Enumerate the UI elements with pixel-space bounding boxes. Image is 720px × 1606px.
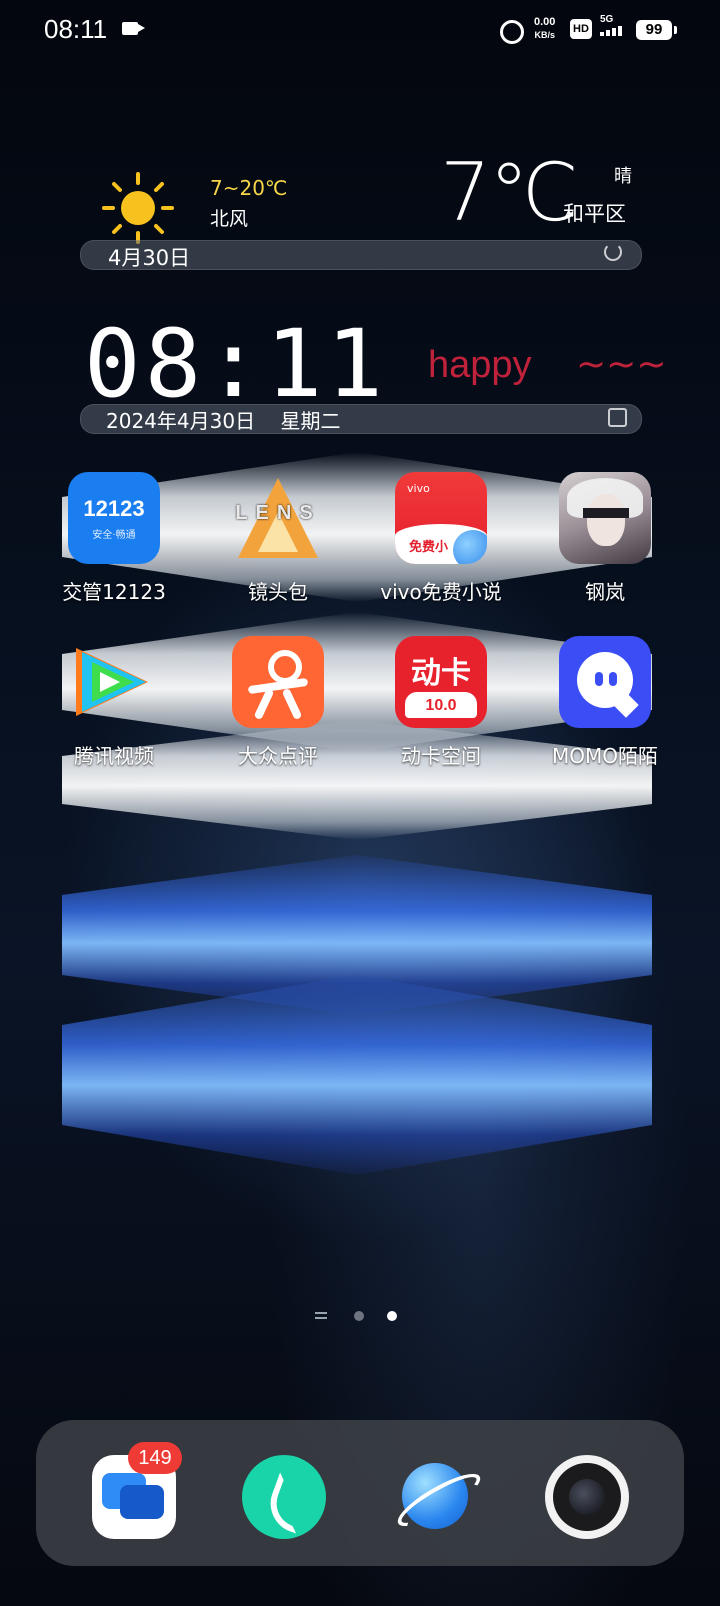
app-dongka-label: 动卡空间 [401,744,481,768]
app-momo-label: MOMO陌陌 [552,744,658,768]
clock-time[interactable]: 08:11 [84,310,387,419]
sunny-weather-icon[interactable] [100,170,176,246]
clock-greeting-tilde: ~~~ [576,344,667,385]
edit-icon[interactable] [608,408,627,427]
app-vivo-novel-icon-text: 免费小 [409,540,449,555]
app-12123-icon: 12123 安全·畅通 [68,472,160,564]
app-lens[interactable]: LENS 镜头包 [203,472,353,605]
messages-badge: 149 [128,1442,182,1474]
weather-district: 和平区 [563,202,626,226]
network-type: 5G [600,14,614,25]
globe-badge-icon [453,530,487,564]
camera-icon[interactable] [545,1455,629,1539]
clock-greeting: happy [428,344,532,386]
app-lens-icon-text: LENS [235,502,321,524]
app-dianping[interactable]: 大众点评 [203,636,353,769]
clock-date: 2024年4月30日 星期二 [106,409,341,433]
battery-level: 99 [636,20,677,40]
refresh-icon[interactable] [604,243,622,261]
app-tencent-video-icon [68,636,160,728]
app-momo-icon [559,636,651,728]
page-dot-2-active[interactable] [387,1311,397,1321]
temp-range: 7~20℃ [210,176,288,200]
app-lens-label: 镜头包 [248,580,308,604]
network-speed-value: 0.00 [534,16,556,28]
hd-badge: HD [570,19,592,39]
screen-record-icon [122,22,145,35]
app-ganglan-icon [559,472,651,564]
app-dongka-icon-sub: 10.0 [405,692,477,718]
weather-condition: 晴 [614,166,632,187]
app-12123-label: 交管12123 [62,580,166,604]
shelf-decor-5 [62,975,652,1175]
app-tencent-video[interactable]: 腾讯视频 [39,636,189,769]
app-ganglan[interactable]: 钢岚 [530,472,680,605]
page-indicator-list-icon[interactable] [315,1312,327,1322]
app-dongka-icon-text: 动卡 [411,656,471,691]
app-12123-icon-text: 12123 [83,496,145,521]
alarm-icon [500,20,524,44]
app-tencent-video-label: 腾讯视频 [74,744,154,768]
app-dianping-icon [232,636,324,728]
network-speed: 0.00 KB/s [534,16,555,42]
page-dot-1[interactable] [354,1311,364,1321]
app-dianping-label: 大众点评 [238,744,318,768]
wind-direction: 北风 [210,208,249,230]
app-lens-icon: LENS [232,472,324,564]
browser-icon[interactable] [391,1455,487,1539]
app-momo[interactable]: MOMO陌陌 [530,636,680,769]
app-vivo-novel-icon: vivo 免费小 [395,472,487,564]
app-vivo-novel-label: vivo免费小说 [380,580,502,604]
network-speed-unit: KB/s [534,30,555,40]
current-temperature[interactable]: 7℃ [440,146,579,239]
weather-date: 4月30日 [108,246,191,270]
app-vivo-novel[interactable]: vivo 免费小 vivo免费小说 [366,472,516,605]
app-dongka[interactable]: 动卡 10.0 动卡空间 [366,636,516,769]
app-12123-icon-sub: 安全·畅通 [92,530,136,541]
app-dongka-icon: 动卡 10.0 [395,636,487,728]
signal-icon [600,26,622,36]
app-12123[interactable]: 12123 安全·畅通 交管12123 [39,472,189,605]
status-time: 08:11 [44,14,108,44]
phone-icon[interactable] [242,1455,326,1539]
app-ganglan-label: 钢岚 [585,580,625,604]
app-vivo-novel-brand: vivo [407,482,430,495]
